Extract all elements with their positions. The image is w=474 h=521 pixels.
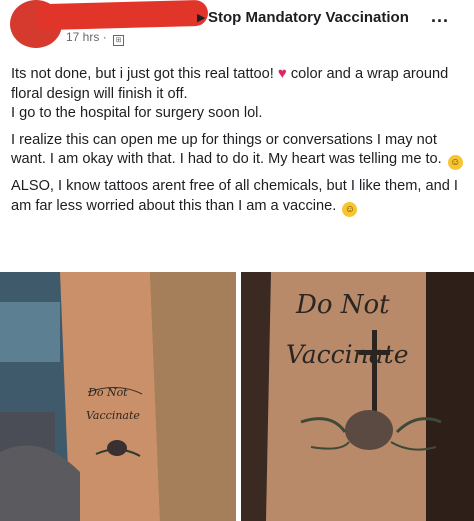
paragraph-1: Its not done, but i just got this real t… [11, 64, 466, 124]
tattoo-text-line1: Do Not [88, 386, 128, 399]
group-name-link[interactable]: Stop Mandatory Vaccination [208, 9, 409, 26]
more-options-icon[interactable]: ... [431, 6, 449, 27]
paragraph-text: Its not done, but i just got this real t… [11, 66, 278, 82]
separator: · [102, 30, 111, 44]
arrow-right-icon: ▶ [197, 12, 206, 24]
paragraph-3: ALSO, I know tattoos arent free of all c… [11, 177, 466, 217]
smile-emoji-icon: ☺ [342, 201, 358, 217]
audience-icon: ⊞ [113, 35, 125, 46]
tattoo-photo-left[interactable]: Do Not Vaccinate [0, 272, 236, 521]
paragraph-2: I realize this can open me up for things… [11, 131, 466, 170]
heart-icon: ♥ [277, 65, 287, 82]
post-meta: 17 hrs · ⊞ [66, 30, 125, 46]
paragraph-text: ALSO, I know tattoos arent free of all c… [11, 178, 458, 214]
smile-emoji-icon: ☺ [447, 155, 463, 170]
post-header: ▶ Stop Mandatory Vaccination ... 17 hrs … [0, 0, 474, 52]
paragraph-text: I realize this can open me up for things… [11, 131, 442, 168]
tattoo-text-line2: Vaccinate [86, 409, 140, 422]
paragraph-text: I go to the hospital for surgery soon lo… [11, 105, 263, 121]
post-time[interactable]: 17 hrs [66, 30, 99, 44]
redacted-name-scribble [37, 0, 209, 31]
tattoo-text-line2: Vaccinate [286, 340, 409, 369]
post-body: Its not done, but i just got this real t… [11, 64, 466, 224]
tattoo-text-line1: Do Not [296, 290, 390, 320]
tattoo-photo-right[interactable]: Do Not Vaccinate [241, 272, 474, 521]
